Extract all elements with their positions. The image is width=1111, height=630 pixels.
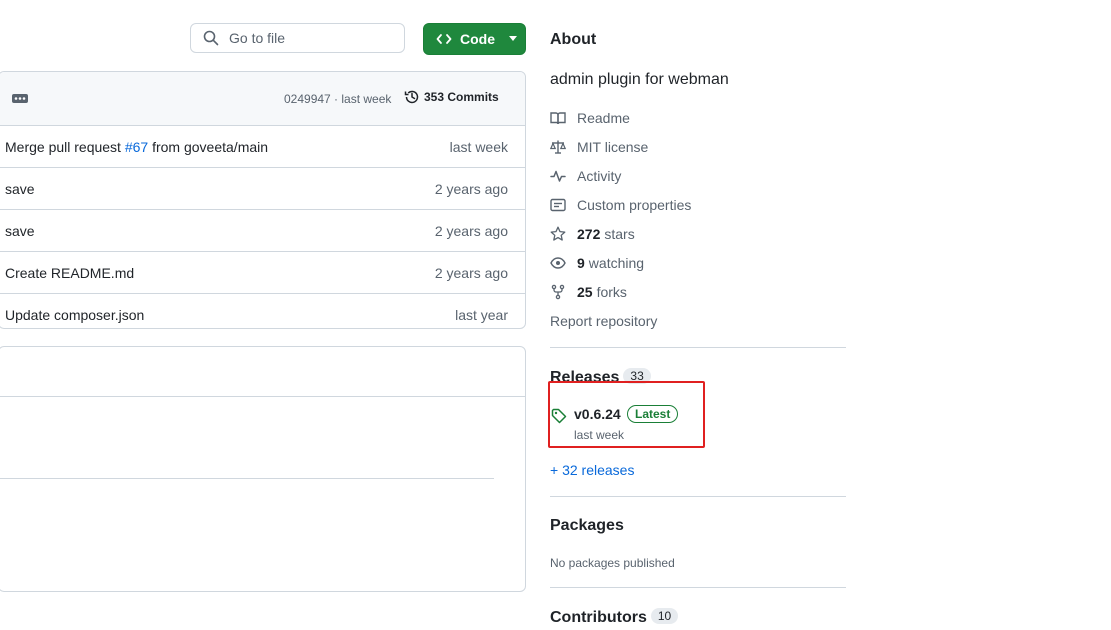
more-releases-link[interactable]: + 32 releases xyxy=(550,462,634,478)
stars-label: stars xyxy=(604,226,635,242)
custom-properties-label: Custom properties xyxy=(577,197,692,213)
note-icon xyxy=(550,198,566,212)
activity-link[interactable]: Activity xyxy=(550,168,621,184)
commit-hash[interactable]: 0249947 · last week xyxy=(284,92,391,106)
commit-time: 2 years ago xyxy=(434,265,508,281)
forks-count: 25 xyxy=(577,284,593,300)
commit-message[interactable]: save xyxy=(5,223,35,239)
eye-icon xyxy=(550,257,566,269)
fork-icon xyxy=(551,284,565,300)
release-date: last week xyxy=(574,428,625,442)
pulse-icon xyxy=(550,170,566,182)
pull-request-link[interactable]: #67 xyxy=(125,139,148,155)
search-icon xyxy=(203,30,219,46)
commit-message[interactable]: save xyxy=(5,181,35,197)
report-repository-link[interactable]: Report repository xyxy=(550,313,657,329)
contributors-title: Contributors xyxy=(550,609,647,626)
sidebar-divider xyxy=(550,496,846,497)
stars-link[interactable]: 272 stars xyxy=(550,226,635,242)
file-row: Update composer.json last year xyxy=(0,294,525,328)
sidebar-divider xyxy=(550,347,846,348)
license-label: MIT license xyxy=(577,139,649,155)
forks-label: forks xyxy=(596,284,627,300)
chevron-down-icon xyxy=(509,36,517,41)
commit-time: 2 years ago xyxy=(434,223,508,239)
latest-badge: Latest xyxy=(627,405,679,423)
forks-link[interactable]: 25 forks xyxy=(550,284,627,300)
commit-time: last year xyxy=(455,307,508,323)
commit-message-text: from goveeta/main xyxy=(148,139,269,155)
watching-count: 9 xyxy=(577,255,585,271)
scale-icon xyxy=(550,140,566,154)
commit-message[interactable]: Merge pull request #67 from goveeta/main xyxy=(5,139,268,155)
commit-message[interactable]: Update composer.json xyxy=(5,307,144,323)
search-input[interactable] xyxy=(227,29,391,47)
commit-message-text: Merge pull request xyxy=(5,139,125,155)
about-heading: About xyxy=(550,31,597,48)
code-button[interactable]: Code xyxy=(423,23,526,55)
code-icon xyxy=(436,34,452,44)
file-list-box: 0249947 · last week 353 Commits Merge pu… xyxy=(0,71,526,329)
latest-commit-header: 0249947 · last week 353 Commits xyxy=(0,72,525,126)
readme-header xyxy=(0,347,525,397)
tag-icon xyxy=(551,408,567,424)
readme-box xyxy=(0,346,526,592)
sidebar-divider xyxy=(550,587,846,588)
star-icon xyxy=(550,226,566,241)
watchers-link[interactable]: 9 watching xyxy=(550,255,644,271)
watching-label: watching xyxy=(588,255,645,271)
book-icon xyxy=(550,112,566,125)
file-row: Merge pull request #67 from goveeta/main… xyxy=(0,126,525,168)
file-row: save 2 years ago xyxy=(0,210,525,252)
license-link[interactable]: MIT license xyxy=(550,139,648,155)
readme-label: Readme xyxy=(577,110,630,126)
contributors-counter: 10 xyxy=(650,608,679,624)
repo-description: admin plugin for webman xyxy=(550,71,729,88)
commit-message[interactable]: Create README.md xyxy=(5,265,134,281)
code-button-label: Code xyxy=(460,31,495,47)
file-row: Create README.md 2 years ago xyxy=(0,252,525,294)
commit-time: last week xyxy=(449,139,508,155)
release-version-link[interactable]: v0.6.24 xyxy=(574,406,621,422)
stars-count: 272 xyxy=(577,226,601,242)
file-row: save 2 years ago xyxy=(0,168,525,210)
ellipsis-icon[interactable] xyxy=(12,91,28,107)
readme-divider xyxy=(0,478,494,479)
packages-heading[interactable]: Packages xyxy=(550,517,624,535)
commits-link[interactable]: 353 Commits xyxy=(404,89,499,105)
contributors-heading[interactable]: Contributors 10 xyxy=(550,608,679,627)
activity-label: Activity xyxy=(577,168,622,184)
no-packages-text: No packages published xyxy=(550,556,675,570)
readme-link[interactable]: Readme xyxy=(550,110,630,126)
history-icon xyxy=(404,90,419,104)
go-to-file-search[interactable] xyxy=(190,23,405,53)
commit-time: 2 years ago xyxy=(434,181,508,197)
commits-count: 353 Commits xyxy=(424,90,499,104)
custom-properties-link[interactable]: Custom properties xyxy=(550,197,691,213)
